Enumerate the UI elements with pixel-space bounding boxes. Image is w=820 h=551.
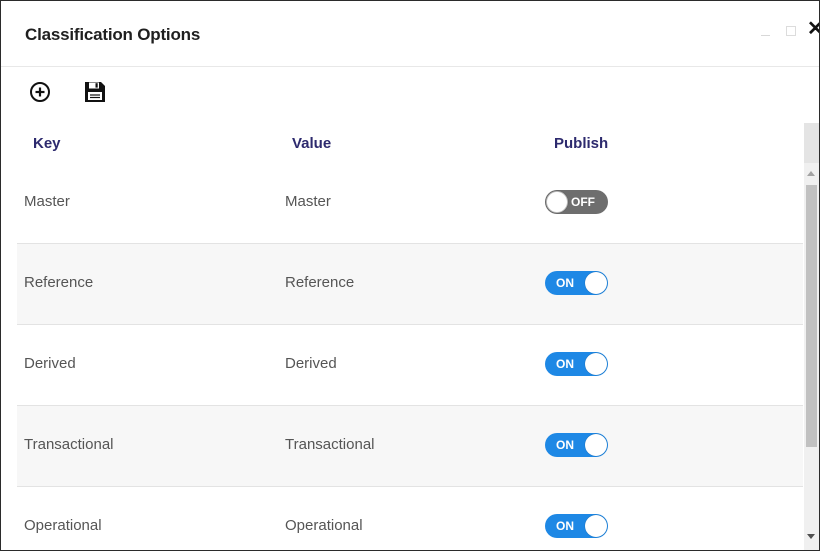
classification-grid: Key Value Publish Master Master OFF Refe… <box>17 123 803 550</box>
scroll-down-arrow-icon[interactable] <box>807 534 815 539</box>
scroll-up-arrow-icon[interactable] <box>807 171 815 176</box>
toggle-knob <box>585 272 607 294</box>
row-value: Transactional <box>285 436 375 453</box>
table-row[interactable]: Master Master OFF <box>17 163 803 244</box>
row-key: Operational <box>24 517 102 534</box>
table-row[interactable]: Operational Operational ON <box>17 487 803 550</box>
row-value: Operational <box>285 517 363 534</box>
toggle-label: ON <box>556 276 574 290</box>
toggle-label: OFF <box>571 195 595 209</box>
row-key: Reference <box>24 274 94 291</box>
row-key: Transactional <box>24 436 114 453</box>
publish-toggle[interactable]: ON <box>545 514 608 538</box>
toggle-knob <box>546 191 568 213</box>
classification-options-dialog: Classification Options ✕ Key <box>0 0 820 551</box>
table-row[interactable]: Derived Derived ON <box>17 325 803 406</box>
vertical-scrollbar[interactable] <box>804 123 819 550</box>
close-icon[interactable]: ✕ <box>807 19 819 39</box>
row-value: Derived <box>285 355 337 372</box>
toggle-label: ON <box>556 438 574 452</box>
save-icon[interactable] <box>83 80 107 104</box>
column-header-publish[interactable]: Publish <box>554 135 608 152</box>
table-row[interactable]: Reference Reference ON <box>17 244 803 325</box>
toggle-knob <box>585 353 607 375</box>
dialog-titlebar: Classification Options ✕ <box>1 1 819 67</box>
toggle-knob <box>585 515 607 537</box>
column-header-value[interactable]: Value <box>292 135 331 152</box>
row-key: Master <box>24 193 70 210</box>
scrollbar-thumb[interactable] <box>806 185 817 447</box>
table-row[interactable]: Transactional Transactional ON <box>17 406 803 487</box>
row-key: Derived <box>24 355 76 372</box>
row-value: Reference <box>285 274 355 291</box>
toolbar <box>1 67 819 121</box>
dialog-title: Classification Options <box>25 25 201 44</box>
scrollbar-header-filler <box>804 123 819 163</box>
minimize-icon[interactable] <box>761 35 770 36</box>
grid-header: Key Value Publish <box>17 123 803 163</box>
toggle-label: ON <box>556 519 574 533</box>
publish-toggle[interactable]: ON <box>545 271 608 295</box>
toggle-label: ON <box>556 357 574 371</box>
maximize-icon[interactable] <box>786 26 796 36</box>
publish-toggle[interactable]: ON <box>545 433 608 457</box>
publish-toggle[interactable]: OFF <box>545 190 608 214</box>
toggle-knob <box>585 434 607 456</box>
column-header-key[interactable]: Key <box>33 135 61 152</box>
add-circle-icon[interactable] <box>28 80 52 104</box>
publish-toggle[interactable]: ON <box>545 352 608 376</box>
row-value: Master <box>285 193 331 210</box>
